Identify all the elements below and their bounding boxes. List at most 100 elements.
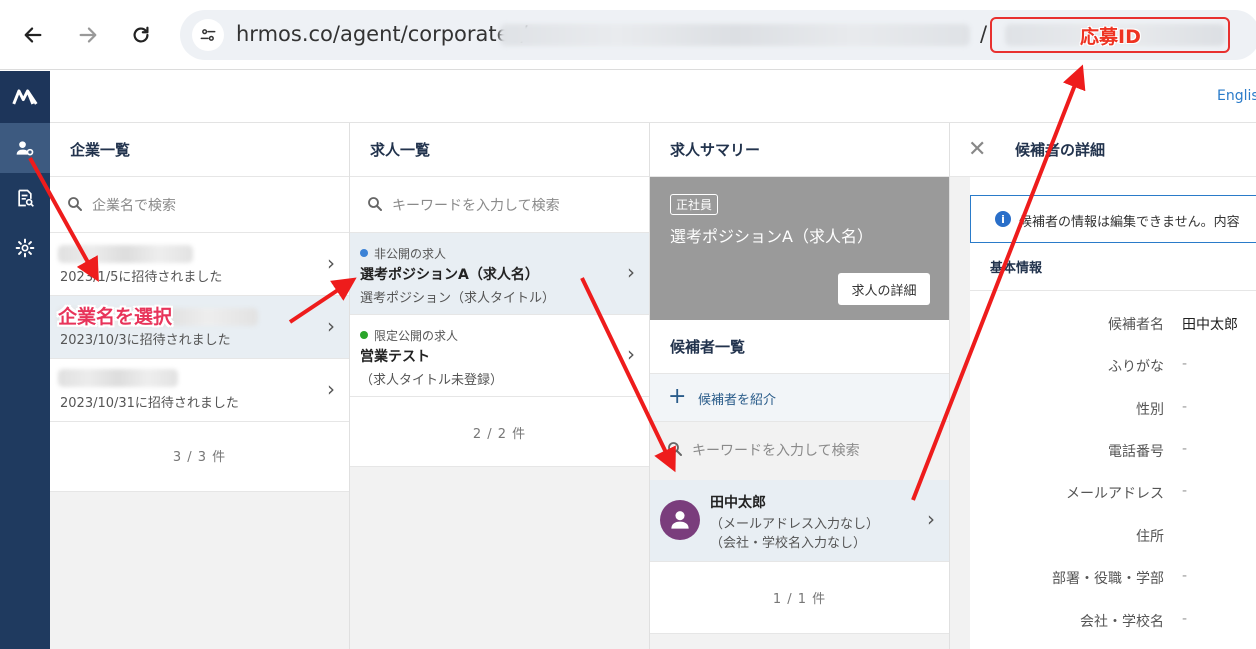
- company-row[interactable]: 2023/10/31に招待されました ›: [50, 359, 349, 422]
- company-invite-date: 2023/10/31に招待されました: [60, 396, 239, 411]
- redacted-company-name: [58, 245, 193, 263]
- field-label-company: 会社・学校名: [1080, 614, 1164, 630]
- field-label-name: 候補者名: [1108, 317, 1164, 333]
- candidate-company: （会社・学校名入力なし）: [710, 536, 867, 551]
- candidate-search[interactable]: キーワードを入力して検索: [650, 422, 949, 480]
- summary-job-title: 選考ポジションA（求人名）: [670, 227, 873, 246]
- field-value-company: -: [1182, 611, 1188, 627]
- avatar: [660, 500, 700, 540]
- field-value-phone: -: [1182, 441, 1188, 457]
- sidebar-item-corporates[interactable]: [0, 123, 50, 173]
- divider: [970, 290, 1256, 291]
- read-only-notice: i 候補者の情報は編集できません。内容: [970, 195, 1256, 243]
- job-count: 2 / 2 件: [472, 427, 527, 442]
- search-icon: [368, 197, 382, 211]
- candidate-detail-title: 候補者の詳細: [1015, 141, 1106, 159]
- field-label-department: 部署・役職・学部: [1052, 571, 1164, 587]
- app-header: English: [50, 71, 1256, 123]
- field-label-address: 住所: [1136, 529, 1164, 545]
- back-button[interactable]: [15, 17, 51, 53]
- arrow-right-icon: [79, 27, 97, 43]
- reload-button[interactable]: [123, 17, 159, 53]
- sidebar-item-settings[interactable]: [0, 223, 50, 273]
- job-summary-title: 求人サマリー: [650, 123, 949, 177]
- plus-icon: +: [668, 384, 687, 409]
- job-summary-card: 正社員 選考ポジションA（求人名） 求人の詳細: [650, 177, 949, 320]
- company-count-row: 3 / 3 件: [50, 422, 349, 492]
- basic-info-heading: 基本情報: [990, 261, 1043, 276]
- select-company-annotation: 企業名を選択: [58, 306, 173, 328]
- introduce-candidate-button[interactable]: + 候補者を紹介: [650, 374, 949, 422]
- field-label-phone: 電話番号: [1108, 444, 1164, 460]
- company-list-panel: 企業一覧 企業名で検索 2023/1/5に招待されました › 2023/10/3…: [50, 123, 350, 649]
- search-icon: [68, 197, 82, 211]
- application-id-annotation: 応募ID: [1080, 26, 1141, 48]
- status-dot: [360, 249, 368, 257]
- job-name: 選考ポジションA（求人名）: [360, 267, 539, 283]
- chevron-right-icon: ›: [327, 377, 335, 401]
- candidate-name: 田中太郎: [710, 495, 766, 511]
- search-icon: [668, 442, 682, 456]
- field-value-gender: -: [1182, 399, 1188, 415]
- field-label-gender: 性別: [1136, 402, 1164, 418]
- redacted-url-segment: [500, 24, 970, 46]
- candidate-detail-panel: ✕ 候補者の詳細 i 候補者の情報は編集できません。内容 基本情報 候補者名 田…: [950, 123, 1256, 649]
- app-sidebar: [0, 71, 50, 649]
- chevron-right-icon: ›: [327, 251, 335, 275]
- job-subtitle: （求人タイトル未登録）: [360, 373, 504, 388]
- close-icon[interactable]: ✕: [968, 137, 986, 162]
- employment-type-badge: 正社員: [670, 194, 719, 215]
- company-list-title: 企業一覧: [50, 123, 349, 177]
- candidate-count-row: 1 / 1 件: [650, 562, 949, 634]
- job-row-selected[interactable]: 非公開の求人 選考ポジションA（求人名） 選考ポジション（求人タイトル） ›: [350, 233, 649, 315]
- info-icon: i: [995, 211, 1011, 227]
- user-gear-icon: [16, 141, 34, 156]
- company-search-placeholder: 企業名で検索: [92, 198, 176, 214]
- job-list-title: 求人一覧: [350, 123, 649, 177]
- job-subtitle: 選考ポジション（求人タイトル）: [360, 291, 556, 306]
- candidate-list-title: 候補者一覧: [650, 320, 949, 374]
- forward-button[interactable]: [70, 17, 106, 53]
- field-value-name: 田中太郎: [1182, 317, 1238, 333]
- candidate-detail-header: ✕ 候補者の詳細: [950, 123, 1256, 177]
- job-list-panel: 求人一覧 キーワードを入力して検索 非公開の求人 選考ポジションA（求人名） 選…: [350, 123, 650, 649]
- job-summary-panel: 求人サマリー 正社員 選考ポジションA（求人名） 求人の詳細 候補者一覧 + 候…: [650, 123, 950, 649]
- field-value-department: -: [1182, 568, 1188, 584]
- company-count: 3 / 3 件: [172, 450, 227, 465]
- chevron-right-icon: ›: [627, 260, 635, 284]
- job-count-row: 2 / 2 件: [350, 397, 649, 467]
- candidate-detail-body: i 候補者の情報は編集できません。内容 基本情報 候補者名 田中太郎 ふりがな …: [970, 177, 1256, 649]
- chevron-right-icon: ›: [327, 314, 335, 338]
- candidate-row[interactable]: 田中太郎 （メールアドレス入力なし） （会社・学校名入力なし） ›: [650, 480, 949, 562]
- person-icon: [671, 511, 689, 529]
- company-row[interactable]: 2023/1/5に招待されました ›: [50, 233, 349, 296]
- job-row[interactable]: 限定公開の求人 営業テスト （求人タイトル未登録） ›: [350, 315, 649, 397]
- job-detail-button[interactable]: 求人の詳細: [838, 273, 930, 305]
- field-value-email: -: [1182, 483, 1188, 499]
- gear-icon: [15, 238, 35, 258]
- candidate-search-placeholder: キーワードを入力して検索: [692, 443, 860, 459]
- field-label-furigana: ふりがな: [1108, 359, 1164, 375]
- introduce-candidate-label: 候補者を紹介: [698, 393, 777, 408]
- job-name: 営業テスト: [360, 349, 430, 365]
- candidate-email: （メールアドレス入力なし）: [710, 517, 880, 532]
- hrmos-logo[interactable]: [0, 71, 50, 123]
- url-separator: /: [980, 22, 988, 46]
- job-search[interactable]: キーワードを入力して検索: [350, 177, 649, 233]
- chevron-right-icon: ›: [927, 507, 935, 531]
- job-search-placeholder: キーワードを入力して検索: [392, 198, 560, 214]
- sidebar-item-documents[interactable]: [0, 173, 50, 223]
- job-status: 非公開の求人: [360, 245, 446, 262]
- field-label-email: メールアドレス: [1066, 486, 1164, 502]
- language-link[interactable]: English: [1217, 88, 1256, 104]
- url-text: hrmos.co/agent/corporates/: [236, 22, 528, 46]
- redacted-company-name: [58, 369, 178, 387]
- candidate-count: 1 / 1 件: [772, 592, 827, 607]
- company-search[interactable]: 企業名で検索: [50, 177, 349, 233]
- site-settings-icon[interactable]: [192, 19, 224, 51]
- reload-icon: [133, 26, 149, 43]
- chevron-right-icon: ›: [627, 342, 635, 366]
- field-value-furigana: -: [1182, 356, 1188, 372]
- company-invite-date: 2023/10/3に招待されました: [60, 333, 231, 348]
- notice-text: 候補者の情報は編集できません。内容: [1019, 215, 1240, 230]
